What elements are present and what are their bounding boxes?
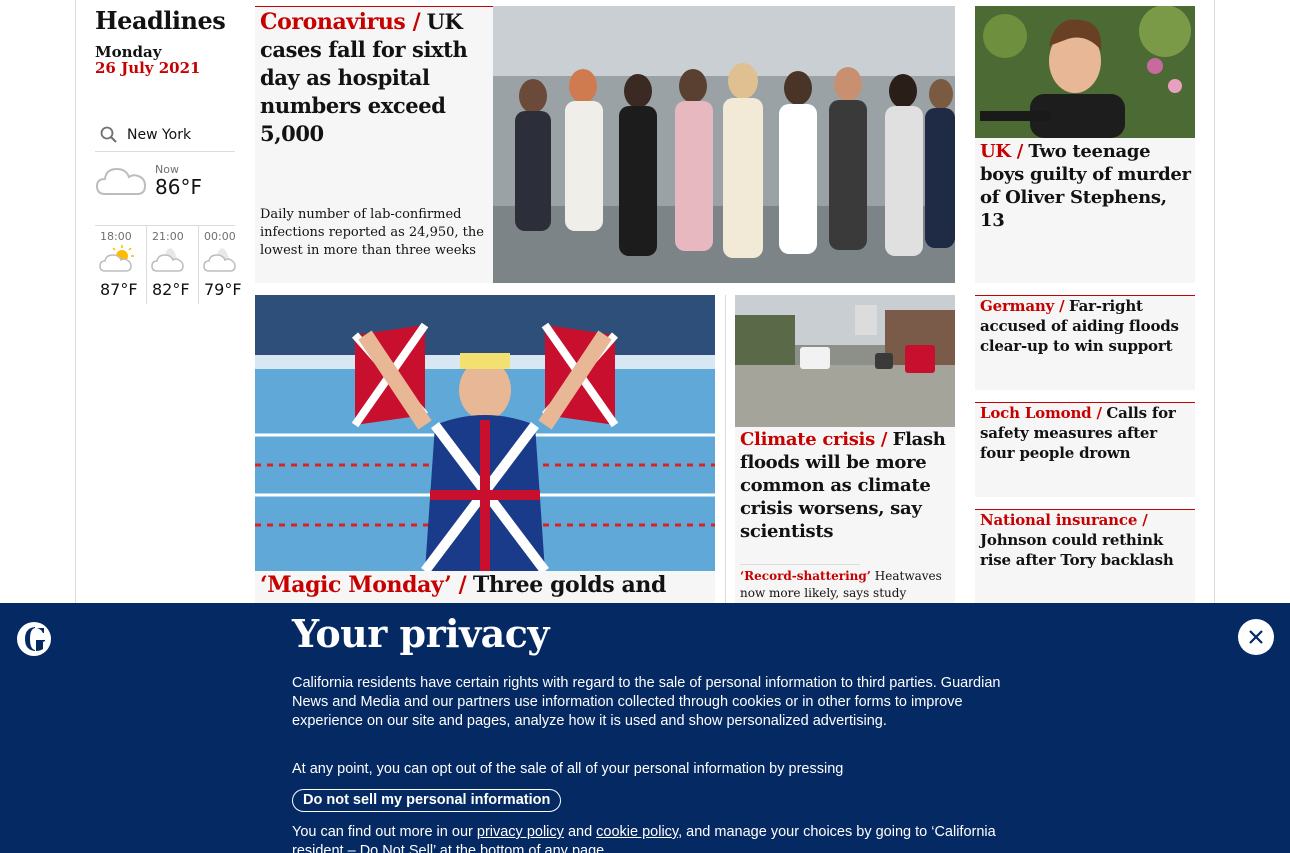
privacy-policy-link[interactable]: privacy policy	[477, 824, 564, 840]
do-not-sell-button[interactable]: Do not sell my personal information	[292, 789, 562, 812]
main-story-standfirst: Daily number of lab-confirmed infections…	[260, 207, 484, 258]
privacy-title: Your privacy	[292, 611, 550, 656]
story-image[interactable]	[735, 295, 955, 427]
search-icon	[100, 126, 117, 143]
story-headline[interactable]: Climate crisis / Flash floods will be mo…	[740, 428, 950, 543]
cookie-policy-link[interactable]: cookie policy	[596, 824, 678, 840]
weather-location[interactable]: New York	[95, 118, 235, 152]
story-kicker: Germany /	[980, 297, 1065, 315]
forecast-item: 18:00 87°F	[95, 226, 147, 304]
partly-cloudy-night-icon	[203, 248, 236, 272]
privacy-body-optout: At any point, you can opt out of the sal…	[292, 761, 844, 777]
forecast-item: 21:00 82°F	[147, 226, 199, 304]
story-title: Johnson could rethink rise after Tory ba…	[980, 531, 1174, 569]
date-full: 26 July 2021	[95, 59, 201, 77]
main-story-headline[interactable]: Coronavirus / UK cases fall for sixth da…	[260, 8, 488, 148]
forecast-time: 18:00	[100, 230, 132, 243]
story-kicker: National insurance /	[980, 511, 1148, 529]
forecast-time: 21:00	[152, 230, 184, 243]
story-image[interactable]	[255, 295, 715, 571]
story-headline[interactable]: Loch Lomond / Calls for safety measures …	[980, 403, 1190, 463]
privacy-body: California residents have certain rights…	[292, 675, 1001, 729]
story-headline[interactable]: UK / Two teenage boys guilty of murder o…	[980, 140, 1192, 232]
story-kicker: Climate crisis /	[740, 429, 888, 450]
close-icon	[1249, 630, 1263, 644]
partly-sunny-icon	[99, 245, 134, 272]
privacy-text: and	[567, 824, 593, 840]
forecast-item: 00:00 79°F	[199, 226, 251, 304]
story-kicker: Loch Lomond /	[980, 404, 1102, 422]
section-title: Headlines	[95, 6, 226, 35]
story-kicker: UK /	[980, 141, 1023, 162]
forecast-temp: 82°F	[152, 280, 190, 299]
sublink-kicker: ‘Record-shattering’	[740, 569, 871, 583]
story-image[interactable]	[975, 6, 1195, 138]
forecast-time: 00:00	[204, 230, 236, 243]
forecast-temp: 79°F	[204, 280, 242, 299]
story-headline[interactable]: Germany / Far-right accused of aiding fl…	[980, 296, 1190, 356]
story-kicker: ‘Magic Monday’ /	[260, 572, 467, 598]
main-story-kicker: Coronavirus /	[260, 9, 421, 35]
story-headline[interactable]: National insurance / Johnson could rethi…	[980, 510, 1190, 570]
close-button[interactable]	[1238, 619, 1274, 655]
column-divider	[725, 295, 726, 615]
guardian-logo-icon	[17, 622, 51, 656]
sublink-divider	[740, 564, 860, 565]
privacy-body-links: You can find out more in our privacy pol…	[292, 823, 1012, 853]
cloud-icon	[95, 167, 147, 195]
partly-cloudy-night-icon	[151, 248, 184, 272]
weather-location-label: New York	[127, 126, 192, 143]
privacy-text: You can find out more in our	[292, 824, 473, 840]
sublink[interactable]: ‘Record-shattering’ Heatwaves now more l…	[740, 568, 950, 602]
weather-now-temp: 86°F	[155, 175, 202, 199]
main-story-image[interactable]	[493, 6, 955, 283]
privacy-banner: Your privacy California residents have c…	[0, 603, 1290, 853]
forecast-temp: 87°F	[100, 280, 138, 299]
